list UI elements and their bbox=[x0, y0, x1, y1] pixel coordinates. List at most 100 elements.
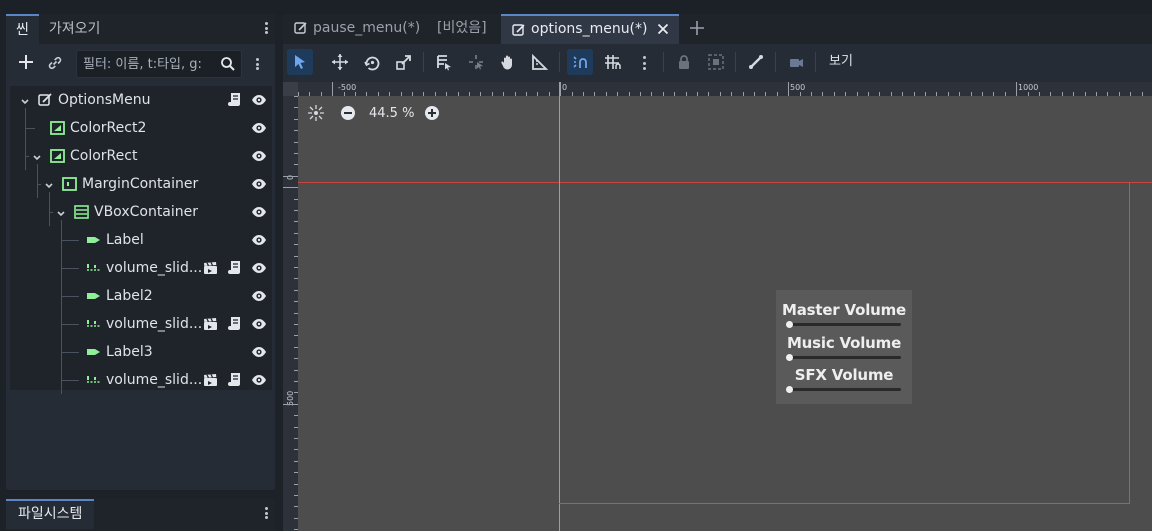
tree-node-row[interactable]: Label2 bbox=[10, 282, 272, 310]
tree-node-row[interactable]: volume_slid... bbox=[10, 254, 272, 282]
zoom-out-icon[interactable] bbox=[339, 104, 357, 122]
scene-tab-pause-menu[interactable]: pause_menu(*) bbox=[283, 14, 429, 44]
snap-magnet-icon bbox=[573, 56, 587, 68]
tab-import[interactable]: 가져오기 bbox=[39, 14, 111, 44]
visibility-eye-icon[interactable] bbox=[251, 121, 267, 135]
ruler-tick bbox=[697, 92, 698, 96]
smart-snap-button[interactable] bbox=[567, 49, 593, 75]
filesystem-menu-icon[interactable] bbox=[261, 505, 271, 523]
node-filter-field bbox=[76, 50, 242, 78]
ruler-tool-button[interactable] bbox=[527, 49, 553, 75]
script-icon[interactable] bbox=[228, 92, 242, 107]
ruler-tick bbox=[742, 92, 744, 96]
options-menu-preview[interactable]: Master Volume Music Volume SFX Volume bbox=[776, 290, 912, 404]
toolbar-separator bbox=[775, 52, 776, 72]
camera-override-button[interactable] bbox=[783, 49, 809, 75]
add-node-button[interactable] bbox=[16, 52, 36, 74]
ruler-tick bbox=[294, 255, 298, 257]
select-tool-button[interactable] bbox=[287, 49, 313, 75]
script-icon[interactable] bbox=[228, 316, 242, 331]
snap-options-button[interactable] bbox=[631, 49, 657, 75]
ruler-tick bbox=[294, 335, 298, 337]
chevron-down-icon[interactable] bbox=[32, 151, 42, 161]
dock-menu-icon[interactable] bbox=[261, 20, 271, 38]
ruler-tick bbox=[970, 92, 972, 96]
label-icon bbox=[86, 233, 101, 247]
slider-grabber[interactable] bbox=[786, 386, 793, 393]
visibility-eye-icon[interactable] bbox=[251, 289, 267, 303]
new-scene-tab-icon[interactable] bbox=[687, 18, 707, 38]
instance-icon[interactable] bbox=[203, 373, 218, 387]
ruler-tick bbox=[320, 92, 322, 96]
lock-button[interactable] bbox=[671, 49, 697, 75]
scene-tab-options-menu[interactable]: options_menu(*) bbox=[501, 14, 679, 44]
tree-node-row[interactable]: ColorRect2 bbox=[10, 114, 272, 142]
skeleton-button[interactable] bbox=[743, 49, 769, 75]
ruler-tick bbox=[294, 198, 298, 200]
visibility-eye-icon[interactable] bbox=[251, 261, 267, 275]
grid-snap-button[interactable] bbox=[599, 49, 625, 75]
tree-node-row[interactable]: volume_slid... bbox=[10, 366, 272, 394]
chevron-down-icon[interactable] bbox=[44, 179, 54, 189]
script-icon[interactable] bbox=[228, 372, 242, 387]
chevron-down-icon[interactable] bbox=[56, 207, 66, 217]
view-menu-button[interactable]: 보기 bbox=[823, 49, 859, 75]
hslider-icon bbox=[86, 317, 101, 331]
ruler-tick bbox=[754, 92, 755, 96]
scale-tool-button[interactable] bbox=[391, 49, 417, 75]
ruler-tick bbox=[491, 92, 493, 96]
scene-tab-empty[interactable]: [비었음] bbox=[429, 14, 499, 44]
music-volume-slider[interactable] bbox=[786, 354, 901, 361]
group-button[interactable] bbox=[703, 49, 729, 75]
tree-node-label: volume_slid... bbox=[106, 260, 203, 276]
instance-icon[interactable] bbox=[203, 261, 218, 275]
visibility-eye-icon[interactable] bbox=[251, 233, 267, 247]
tree-node-row[interactable]: ColorRect bbox=[10, 142, 272, 170]
visibility-eye-icon[interactable] bbox=[251, 149, 267, 163]
visibility-eye-icon[interactable] bbox=[251, 345, 267, 359]
tab-filesystem[interactable]: 파일시스템 bbox=[6, 499, 95, 529]
ruler-tick bbox=[788, 82, 790, 96]
ruler-tick bbox=[294, 438, 298, 439]
chevron-down-icon[interactable] bbox=[20, 95, 30, 105]
script-icon[interactable] bbox=[228, 260, 242, 275]
camera-icon bbox=[790, 59, 803, 67]
zoom-in-icon[interactable] bbox=[423, 104, 441, 122]
tree-node-row[interactable]: Label3 bbox=[10, 338, 272, 366]
tab-scene[interactable]: 씬 bbox=[6, 14, 39, 44]
pivot-tool-button[interactable] bbox=[463, 49, 489, 75]
pan-tool-button[interactable] bbox=[495, 49, 521, 75]
ruler-tick bbox=[583, 92, 584, 96]
list-select-button[interactable] bbox=[431, 49, 457, 75]
tree-node-row[interactable]: OptionsMenu bbox=[10, 86, 272, 114]
ruler-tick bbox=[845, 92, 847, 96]
close-icon[interactable] bbox=[657, 23, 669, 35]
instance-scene-button[interactable] bbox=[46, 54, 66, 72]
ruler-tick bbox=[936, 92, 938, 96]
visibility-eye-icon[interactable] bbox=[251, 317, 267, 331]
slider-grabber[interactable] bbox=[786, 321, 793, 328]
instance-icon[interactable] bbox=[203, 317, 218, 331]
node-filter-input[interactable] bbox=[83, 51, 215, 77]
sfx-volume-label: SFX Volume bbox=[794, 366, 894, 384]
slider-grabber[interactable] bbox=[786, 354, 793, 361]
scene-options-menu-icon[interactable] bbox=[253, 56, 261, 74]
visibility-eye-icon[interactable] bbox=[251, 373, 267, 387]
tree-node-row[interactable]: volume_slid... bbox=[10, 310, 272, 338]
tree-node-label: Label3 bbox=[106, 344, 153, 360]
zoom-reset-icon[interactable] bbox=[307, 104, 325, 122]
move-tool-button[interactable] bbox=[327, 49, 353, 75]
scene-tree: OptionsMenu ColorRect2 ColorRect MarginCont… bbox=[10, 86, 272, 394]
master-volume-slider[interactable] bbox=[786, 321, 901, 328]
sfx-volume-slider[interactable] bbox=[786, 386, 901, 393]
rotate-tool-button[interactable] bbox=[359, 49, 385, 75]
canvas-viewport[interactable]: -500 0 500 1000 0 500 44.5 % Master Volume M… bbox=[283, 82, 1152, 531]
ruler-tick bbox=[423, 92, 425, 96]
ruler-tick bbox=[389, 92, 391, 96]
zoom-level[interactable]: 44.5 % bbox=[369, 104, 414, 124]
visibility-eye-icon[interactable] bbox=[251, 205, 267, 219]
tree-node-row[interactable]: Label bbox=[10, 226, 272, 254]
visibility-eye-icon[interactable] bbox=[251, 177, 267, 191]
visibility-eye-icon[interactable] bbox=[251, 93, 267, 107]
ruler-tick bbox=[811, 92, 812, 96]
